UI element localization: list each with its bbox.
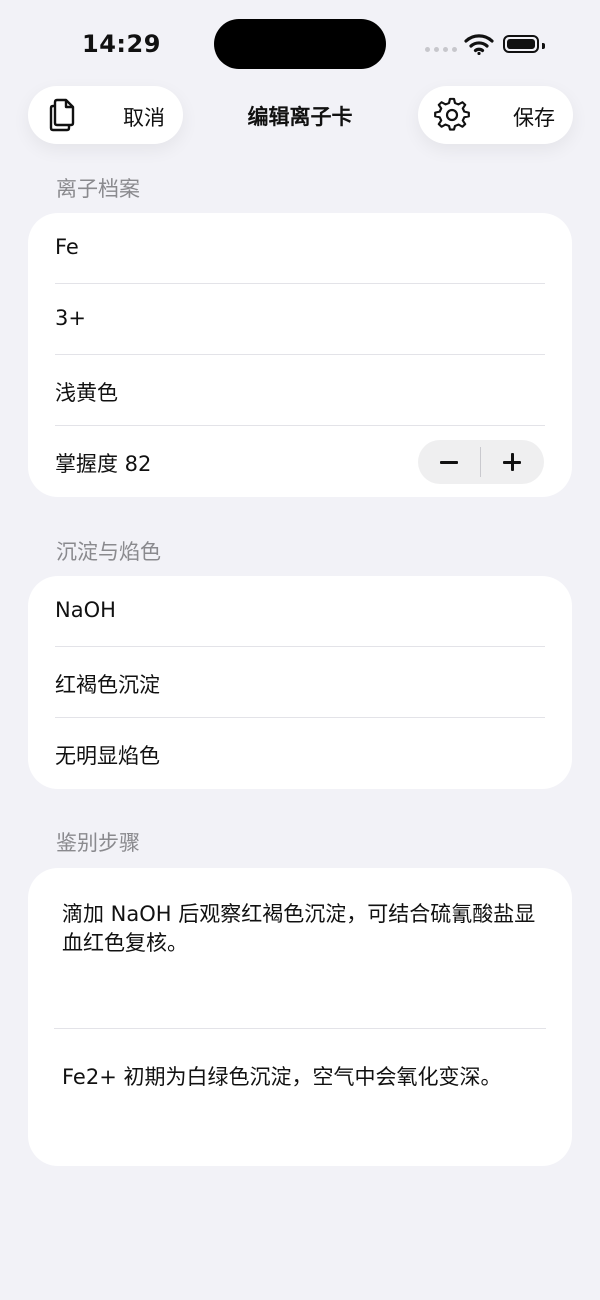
reagent-field[interactable]: NaOH [28,576,572,647]
step-note-1-text: 滴加 NaOH 后观察红褐色沉淀，可结合硫氰酸盐显血红色复核。 [62,902,536,955]
element-value: Fe [55,235,79,259]
status-time: 14:29 [82,30,161,58]
mastery-row: 掌握度 82 [28,426,572,497]
reactions-card: NaOH 红褐色沉淀 无明显焰色 [28,576,572,789]
mastery-stepper [418,440,544,484]
step-note-2[interactable]: Fe2+ 初期为白绿色沉淀，空气中会氧化变深。 [28,1029,572,1165]
battery-icon [503,35,545,53]
profile-card: Fe 3+ 浅黄色 掌握度 82 [28,213,572,497]
save-button[interactable]: 保存 [513,102,555,132]
charge-field[interactable]: 3+ [28,284,572,355]
charge-value: 3+ [55,306,86,330]
status-bar: 14:29 [0,0,600,80]
element-field[interactable]: Fe [28,213,572,284]
wifi-icon [464,34,494,55]
increment-button[interactable] [481,440,544,484]
flame-value: 无明显焰色 [55,744,160,768]
cellular-signal-icon [425,47,457,52]
reagent-value: NaOH [55,598,116,622]
color-value: 浅黄色 [55,381,118,405]
section-header-steps: 鉴别步骤 [56,831,140,855]
mastery-label: 掌握度 82 [55,452,152,476]
precipitate-field[interactable]: 红褐色沉淀 [28,647,572,718]
dynamic-island [214,19,386,69]
decrement-button[interactable] [418,440,481,484]
right-action-pill: 保存 [418,86,573,144]
flame-field[interactable]: 无明显焰色 [28,718,572,789]
step-note-1[interactable]: 滴加 NaOH 后观察红褐色沉淀，可结合硫氰酸盐显血红色复核。 [28,868,572,1029]
color-field[interactable]: 浅黄色 [28,355,572,426]
steps-card: 滴加 NaOH 后观察红褐色沉淀，可结合硫氰酸盐显血红色复核。 Fe2+ 初期为… [28,868,572,1166]
section-header-reactions: 沉淀与焰色 [56,540,161,564]
minus-icon [440,461,458,464]
section-header-profile: 离子档案 [56,177,140,201]
step-note-2-text: Fe2+ 初期为白绿色沉淀，空气中会氧化变深。 [62,1065,502,1089]
gear-icon[interactable] [434,97,470,133]
precipitate-value: 红褐色沉淀 [55,673,160,697]
